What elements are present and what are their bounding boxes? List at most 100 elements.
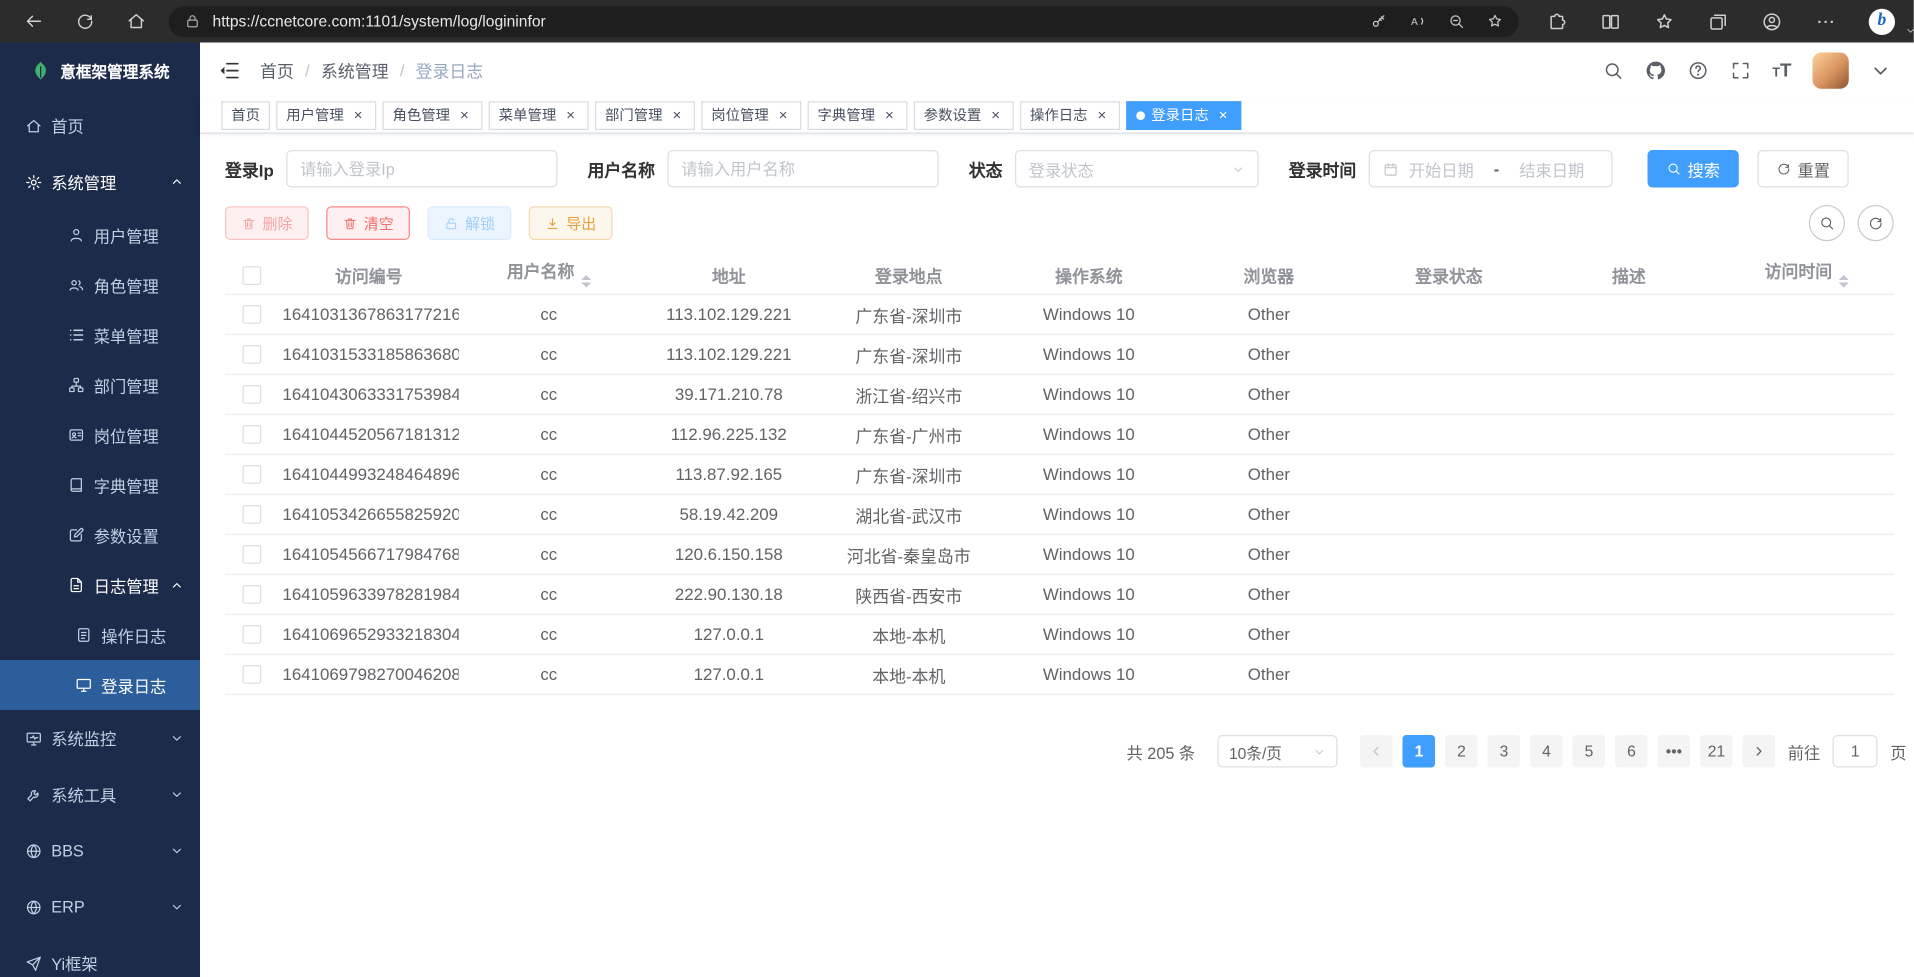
close-icon[interactable]: ×	[1215, 107, 1231, 123]
breadcrumb-home[interactable]: 首页	[260, 58, 294, 83]
tab-param-settings[interactable]: 参数设置×	[914, 101, 1014, 130]
sort-icons[interactable]	[581, 270, 591, 293]
table-row[interactable]: 1641031367863177216cc113.102.129.221广东省-…	[225, 294, 1894, 334]
date-range-picker[interactable]: 开始日期 - 结束日期	[1369, 150, 1613, 188]
sidebar-item-post-mgmt[interactable]: 岗位管理	[0, 410, 200, 460]
sidebar-item-role-mgmt[interactable]: 角色管理	[0, 260, 200, 310]
sidebar-item-op-log[interactable]: 操作日志	[0, 610, 200, 660]
tab-home[interactable]: 首页	[221, 101, 270, 130]
tab-dict-mgmt[interactable]: 字典管理×	[808, 101, 908, 130]
github-icon[interactable]	[1645, 59, 1666, 80]
close-icon[interactable]: ×	[350, 107, 366, 123]
table-row[interactable]: 1641069652933218304cc127.0.0.1本地-本机Windo…	[225, 614, 1894, 654]
split-screen-icon[interactable]	[1600, 11, 1621, 32]
row-checkbox[interactable]	[243, 546, 262, 565]
sidebar-item-dept-mgmt[interactable]: 部门管理	[0, 360, 200, 410]
breadcrumb-system[interactable]: 系统管理	[321, 58, 389, 83]
page-button-21[interactable]: 21	[1700, 735, 1733, 768]
row-checkbox[interactable]	[243, 346, 262, 365]
favorites-icon[interactable]	[1654, 11, 1675, 32]
collections-icon[interactable]	[1708, 11, 1729, 32]
more-pages-button[interactable]: •••	[1658, 735, 1691, 768]
sort-desc-icon[interactable]	[1838, 283, 1848, 293]
next-page-button[interactable]	[1743, 735, 1776, 768]
sidebar-item-system-mgmt[interactable]: 系统管理	[0, 154, 200, 210]
app-logo[interactable]: 意框架管理系统	[0, 43, 200, 98]
fullscreen-icon[interactable]	[1730, 59, 1751, 80]
sort-icons[interactable]	[1838, 270, 1848, 293]
extensions-icon[interactable]	[1546, 11, 1567, 32]
sidebar-item-param-settings[interactable]: 参数设置	[0, 510, 200, 560]
close-icon[interactable]: ×	[1094, 107, 1110, 123]
status-select[interactable]: 登录状态	[1015, 150, 1259, 188]
tab-user-mgmt[interactable]: 用户管理×	[276, 101, 376, 130]
back-button[interactable]	[15, 5, 53, 38]
sidebar-item-yi-framework[interactable]: Yi框架	[0, 935, 200, 977]
browser-home-button[interactable]	[118, 5, 156, 38]
row-checkbox[interactable]	[243, 666, 262, 685]
table-row[interactable]: 1641054566717984768cc120.6.150.158河北省-秦皇…	[225, 534, 1894, 574]
sidebar-fold-icon[interactable]	[218, 58, 242, 82]
close-icon[interactable]: ×	[881, 107, 897, 123]
close-icon[interactable]: ×	[988, 107, 1004, 123]
password-key-icon[interactable]	[1370, 13, 1388, 31]
sidebar-item-system-tools[interactable]: 系统工具	[0, 766, 200, 822]
page-button-3[interactable]: 3	[1488, 735, 1521, 768]
table-row[interactable]: 1641044993248464896cc113.87.92.165广东省-深圳…	[225, 454, 1894, 494]
tab-menu-mgmt[interactable]: 菜单管理×	[489, 101, 589, 130]
export-button[interactable]: 导出	[529, 206, 613, 240]
sidebar-item-dict-mgmt[interactable]: 字典管理	[0, 460, 200, 510]
profile-icon[interactable]	[1761, 11, 1782, 32]
search-icon[interactable]	[1602, 59, 1623, 80]
help-icon[interactable]	[1687, 59, 1708, 80]
table-row[interactable]: 1641053426655825920cc58.19.42.209湖北省-武汉市…	[225, 494, 1894, 534]
sort-desc-icon[interactable]	[581, 283, 591, 293]
sidebar-item-login-log[interactable]: 登录日志	[0, 660, 200, 710]
page-button-6[interactable]: 6	[1615, 735, 1648, 768]
close-icon[interactable]: ×	[563, 107, 579, 123]
sidebar-item-bbs[interactable]: BBS	[0, 823, 200, 879]
table-row[interactable]: 1641059633978281984cc222.90.130.18陕西省-西安…	[225, 574, 1894, 614]
close-icon[interactable]: ×	[456, 107, 472, 123]
settings-menu-icon[interactable]	[1815, 11, 1836, 32]
delete-button[interactable]: 删除	[225, 206, 309, 240]
tab-op-log[interactable]: 操作日志×	[1020, 101, 1120, 130]
sidebar-item-menu-mgmt[interactable]: 菜单管理	[0, 310, 200, 360]
reset-button[interactable]: 重置	[1758, 150, 1849, 188]
unlock-button[interactable]: 解锁	[428, 206, 512, 240]
sort-asc-icon[interactable]	[1838, 270, 1848, 280]
sidebar-item-log-mgmt[interactable]: 日志管理	[0, 560, 200, 610]
username-input[interactable]	[668, 150, 939, 188]
sidebar-item-system-monitor[interactable]: 系统监控	[0, 710, 200, 766]
font-size-icon[interactable]: TT	[1772, 61, 1791, 80]
table-row[interactable]: 1641069798270046208cc127.0.0.1本地-本机Windo…	[225, 654, 1894, 694]
goto-page-input[interactable]	[1833, 735, 1878, 768]
table-row[interactable]: 1641031533185863680cc113.102.129.221广东省-…	[225, 334, 1894, 374]
close-icon[interactable]: ×	[775, 107, 791, 123]
tab-role-mgmt[interactable]: 角色管理×	[383, 101, 483, 130]
login-ip-input[interactable]	[286, 150, 557, 188]
chevron-down-icon[interactable]	[1870, 59, 1891, 80]
read-aloud-icon[interactable]: A	[1409, 13, 1427, 31]
row-checkbox[interactable]	[243, 306, 262, 325]
prev-page-button[interactable]	[1360, 735, 1393, 768]
sidebar-item-erp[interactable]: ERP	[0, 879, 200, 935]
address-bar[interactable]: https://ccnetcore.com:1101/system/log/lo…	[169, 6, 1519, 37]
tab-post-mgmt[interactable]: 岗位管理×	[701, 101, 801, 130]
page-button-4[interactable]: 4	[1530, 735, 1563, 768]
sidebar-item-user-mgmt[interactable]: 用户管理	[0, 210, 200, 260]
search-button[interactable]: 搜索	[1648, 150, 1739, 188]
row-checkbox[interactable]	[243, 506, 262, 525]
add-favorites-icon[interactable]	[1486, 13, 1504, 31]
row-checkbox[interactable]	[243, 586, 262, 605]
clear-button[interactable]: 清空	[326, 206, 410, 240]
page-button-2[interactable]: 2	[1445, 735, 1478, 768]
row-checkbox[interactable]	[243, 426, 262, 445]
row-checkbox[interactable]	[243, 466, 262, 485]
chevron-down-icon[interactable]	[1905, 24, 1914, 35]
tab-dept-mgmt[interactable]: 部门管理×	[595, 101, 695, 130]
zoom-icon[interactable]	[1448, 13, 1466, 31]
copilot-icon[interactable]: b	[1869, 8, 1895, 34]
refresh-table-button[interactable]	[1858, 205, 1894, 241]
row-checkbox[interactable]	[243, 626, 262, 645]
